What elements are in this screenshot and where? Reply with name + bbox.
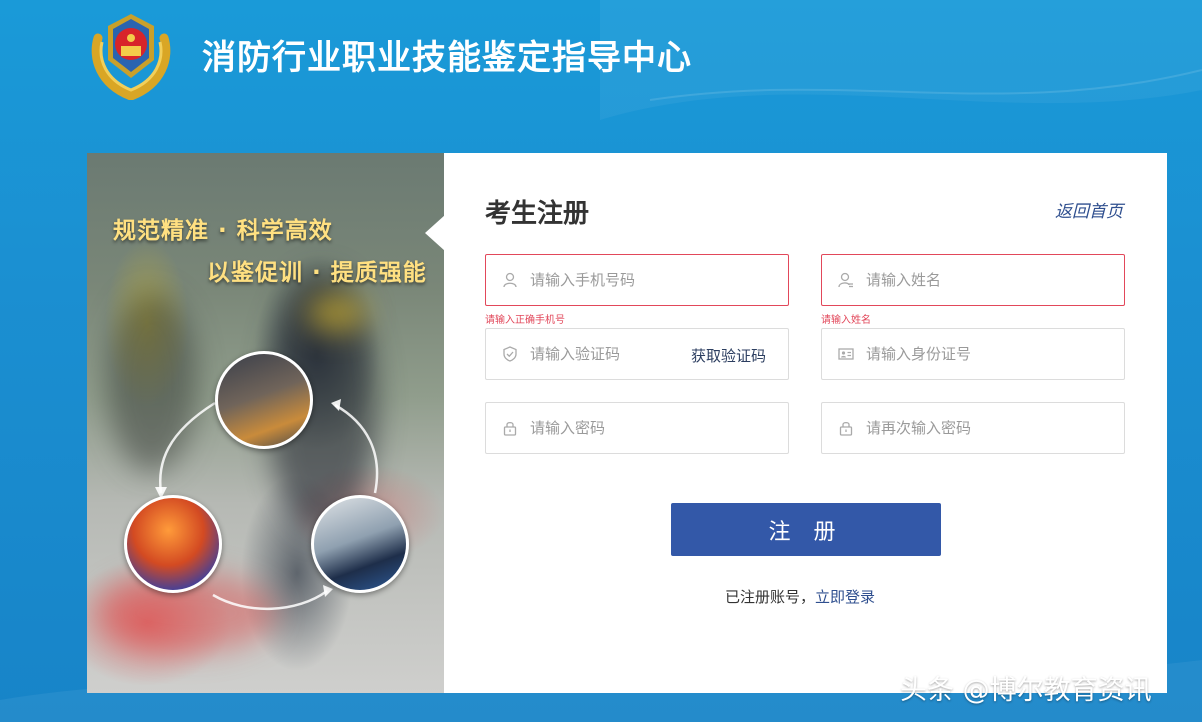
fire-rescue-emblem-icon — [88, 8, 174, 101]
verify-code-input[interactable] — [530, 329, 660, 379]
shield-icon — [503, 346, 517, 362]
site-title: 消防行业职业技能鉴定指导中心 — [202, 38, 692, 78]
login-prompt: 已注册账号，立即登录 — [725, 586, 875, 607]
id-card-field[interactable] — [821, 328, 1125, 380]
panel-pointer — [425, 215, 445, 251]
password-input[interactable] — [530, 403, 730, 453]
firefighter-photo-circle — [311, 495, 409, 593]
lock-icon — [503, 421, 517, 436]
slogan-line-1: 规范精准 · 科学高效 — [113, 218, 333, 244]
fire-truck-photo-circle — [124, 495, 222, 593]
phone-input[interactable] — [530, 255, 730, 305]
register-button[interactable]: 注 册 — [671, 503, 941, 556]
slogan-line-2: 以鉴促训 · 提质强能 — [207, 260, 427, 286]
verify-code-field[interactable]: 获取验证码 — [485, 328, 789, 380]
phone-field[interactable] — [485, 254, 789, 306]
watermark: 头条 @博尔教育资讯 — [900, 675, 1152, 706]
name-input[interactable] — [866, 255, 1066, 305]
banner-image: 规范精准 · 科学高效 以鉴促训 · 提质强能 — [87, 153, 444, 693]
phone-error: 请输入正确手机号 — [485, 315, 565, 326]
confirm-password-input[interactable] — [866, 403, 1066, 453]
id-card-input[interactable] — [866, 329, 1066, 379]
user-icon — [503, 272, 517, 288]
lock-icon — [839, 421, 853, 436]
back-home-link[interactable]: 返回首页 — [1055, 197, 1123, 222]
login-prompt-text: 已注册账号， — [725, 588, 816, 606]
user-id-icon — [838, 272, 853, 288]
form-title: 考生注册 — [485, 199, 590, 229]
login-link[interactable]: 立即登录 — [815, 588, 875, 606]
confirm-password-field[interactable] — [821, 402, 1125, 454]
name-field[interactable] — [821, 254, 1125, 306]
training-photo-circle — [215, 351, 313, 449]
get-code-button[interactable]: 获取验证码 — [691, 345, 766, 366]
password-field[interactable] — [485, 402, 789, 454]
id-card-icon — [838, 348, 854, 360]
name-error: 请输入姓名 — [821, 315, 871, 326]
register-card: 规范精准 · 科学高效 以鉴促训 · 提质强能 考生注册 返回首页 请输入正确手… — [87, 153, 1167, 693]
